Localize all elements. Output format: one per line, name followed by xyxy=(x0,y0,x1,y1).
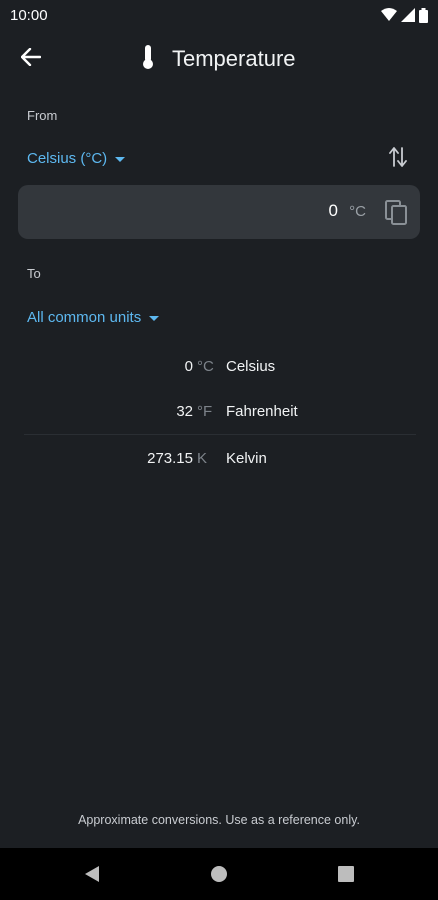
result-value: 0 xyxy=(184,357,193,375)
back-button[interactable] xyxy=(14,44,48,74)
result-row-fahrenheit[interactable]: 32 °F Fahrenheit xyxy=(24,389,416,435)
swap-units-button[interactable] xyxy=(386,146,410,172)
input-unit-symbol: °C xyxy=(349,203,366,220)
nav-recents-button[interactable] xyxy=(336,864,356,884)
arrow-left-icon xyxy=(20,47,42,71)
nav-back-button[interactable] xyxy=(83,864,103,884)
page-title: Temperature xyxy=(172,46,296,71)
result-row-celsius[interactable]: 0 °C Celsius xyxy=(24,343,416,389)
conversion-results: 0 °C Celsius 32 °F Fahrenheit 273.15 K K… xyxy=(24,343,416,481)
result-unit-name: Kelvin xyxy=(226,449,267,467)
result-row-kelvin[interactable]: 273.15 K Kelvin xyxy=(24,435,416,481)
copy-button[interactable] xyxy=(384,199,410,227)
to-label: To xyxy=(27,266,41,281)
battery-icon xyxy=(419,7,428,23)
system-nav-bar xyxy=(0,848,438,900)
thermometer-icon xyxy=(140,44,156,75)
from-unit-dropdown[interactable]: Celsius (°C) xyxy=(27,150,126,167)
to-unit-dropdown[interactable]: All common units xyxy=(27,309,160,326)
caret-down-icon xyxy=(115,157,126,162)
value-input[interactable]: 0 xyxy=(329,201,338,221)
disclaimer-note: Approximate conversions. Use as a refere… xyxy=(78,813,360,827)
result-unit: °F xyxy=(197,403,213,420)
copy-icon xyxy=(384,200,410,231)
caret-down-icon xyxy=(149,316,160,321)
wifi-icon xyxy=(381,8,397,22)
toolbar-title: Temperature xyxy=(140,42,296,76)
from-unit-selected: Celsius (°C) xyxy=(27,150,108,167)
app-toolbar: Temperature xyxy=(0,30,438,88)
result-value: 32 xyxy=(176,403,193,420)
status-time: 10:00 xyxy=(10,6,48,24)
value-input-card[interactable]: 0 °C xyxy=(18,185,420,239)
result-unit-name: Celsius xyxy=(226,357,276,375)
from-label: From xyxy=(27,108,58,123)
signal-icon xyxy=(401,8,415,22)
result-value: 273.15 xyxy=(147,449,193,467)
result-unit-name: Fahrenheit xyxy=(226,403,298,420)
result-unit: °C xyxy=(197,357,214,375)
swap-vertical-icon xyxy=(389,146,407,173)
circle-home-icon xyxy=(209,866,229,888)
status-icons xyxy=(381,7,428,23)
square-recents-icon xyxy=(336,866,356,888)
result-unit: K xyxy=(197,449,208,467)
status-bar: 10:00 xyxy=(0,0,438,30)
triangle-back-icon xyxy=(83,866,101,888)
to-unit-selected: All common units xyxy=(27,309,142,326)
nav-home-button[interactable] xyxy=(209,864,229,884)
